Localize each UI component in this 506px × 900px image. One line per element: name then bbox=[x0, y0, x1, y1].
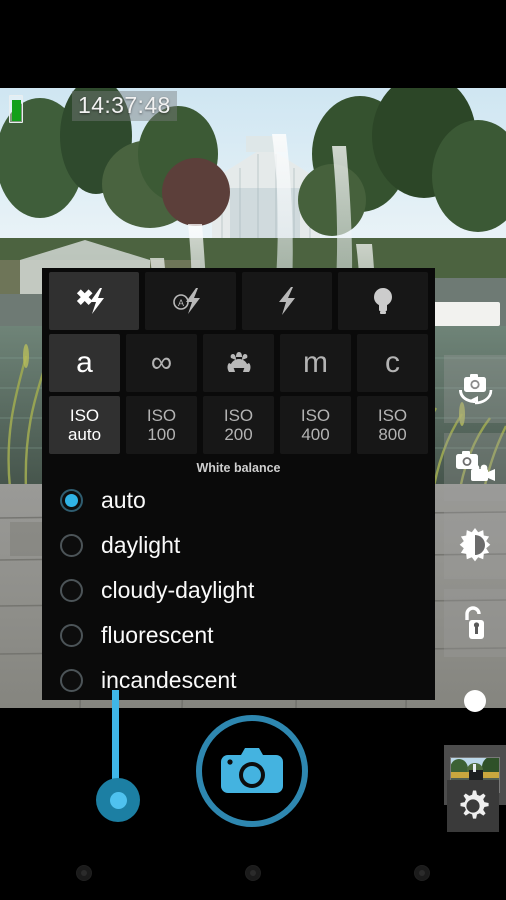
iso-label: ISO bbox=[377, 406, 408, 425]
letter-m-icon: m bbox=[303, 346, 328, 379]
white-balance-option-fluorescent[interactable]: fluorescent bbox=[48, 613, 429, 658]
iso-400-button[interactable]: ISO 400 bbox=[280, 396, 351, 454]
flash-mode-row: A bbox=[42, 272, 435, 330]
iso-auto-button[interactable]: ISO auto bbox=[49, 396, 120, 454]
unlock-icon bbox=[465, 606, 484, 639]
white-balance-option-daylight[interactable]: daylight bbox=[48, 523, 429, 568]
camera-icon bbox=[221, 748, 283, 793]
radio-button-icon bbox=[60, 534, 83, 557]
focus-continuous-button[interactable]: c bbox=[357, 334, 428, 392]
letter-c-icon: c bbox=[385, 346, 400, 379]
flash-on-button[interactable] bbox=[241, 272, 332, 330]
focus-manual-button[interactable]: m bbox=[280, 334, 351, 392]
flash-torch-button[interactable] bbox=[337, 272, 428, 330]
iso-800-button[interactable]: ISO 800 bbox=[357, 396, 428, 454]
white-balance-list: auto daylight cloudy-daylight fluorescen… bbox=[42, 478, 435, 700]
white-balance-title: White balance bbox=[196, 461, 281, 475]
shutter-button[interactable] bbox=[196, 715, 308, 827]
svg-text:A: A bbox=[178, 298, 184, 308]
white-balance-label: auto bbox=[101, 487, 146, 513]
iso-value: 100 bbox=[147, 425, 176, 444]
white-balance-label: cloudy-daylight bbox=[101, 577, 255, 603]
exposure-lock-button[interactable] bbox=[444, 589, 506, 657]
iso-label: ISO bbox=[69, 406, 100, 425]
clock-text: 14:37:48 bbox=[72, 91, 177, 121]
flash-off-icon bbox=[77, 288, 105, 314]
iso-label: ISO bbox=[223, 406, 254, 425]
focus-mode-row: a ∞ m c bbox=[42, 334, 435, 392]
switch-camera-button[interactable] bbox=[444, 355, 506, 423]
right-toolbar bbox=[444, 355, 506, 815]
settings-button[interactable] bbox=[447, 780, 499, 832]
lightbulb-icon bbox=[373, 288, 392, 314]
iso-row: ISO auto ISO 100 ISO 200 ISO 400 ISO 800 bbox=[42, 396, 435, 454]
white-balance-label: incandescent bbox=[101, 667, 237, 693]
iso-200-button[interactable]: ISO 200 bbox=[203, 396, 274, 454]
iso-value: auto bbox=[67, 425, 102, 444]
nav-back-button[interactable] bbox=[76, 864, 93, 881]
battery-icon bbox=[9, 95, 23, 123]
white-balance-option-cloudy-daylight[interactable]: cloudy-daylight bbox=[48, 568, 429, 613]
top-letterbox bbox=[0, 0, 506, 88]
white-balance-label: daylight bbox=[101, 532, 181, 558]
focus-infinity-button[interactable]: ∞ bbox=[126, 334, 197, 392]
nav-home-button[interactable] bbox=[244, 864, 261, 881]
android-navigation-bar bbox=[0, 845, 506, 900]
flash-auto-icon: A bbox=[173, 288, 201, 314]
radio-button-icon bbox=[60, 624, 83, 647]
exposure-button[interactable] bbox=[444, 511, 506, 579]
iso-value: 800 bbox=[378, 425, 407, 444]
white-balance-option-auto[interactable]: auto bbox=[48, 478, 429, 523]
face-detection-button[interactable] bbox=[444, 667, 506, 735]
brightness-sun-icon bbox=[459, 528, 491, 562]
radio-button-icon bbox=[60, 579, 83, 602]
iso-label: ISO bbox=[146, 406, 177, 425]
nav-recents-button[interactable] bbox=[413, 864, 430, 881]
infinity-icon: ∞ bbox=[150, 346, 173, 379]
flash-on-icon bbox=[278, 287, 295, 315]
status-overlay: 14:37:48 bbox=[0, 88, 506, 128]
focus-auto-button[interactable]: a bbox=[49, 334, 120, 392]
white-balance-option-incandescent[interactable]: incandescent bbox=[48, 658, 429, 700]
iso-label: ISO bbox=[300, 406, 331, 425]
slider-handle-icon[interactable] bbox=[110, 792, 127, 809]
flash-auto-button[interactable]: A bbox=[145, 272, 236, 330]
camera-settings-popup: A a ∞ m c ISO auto ISO 100 ISO 200 ISO 4… bbox=[42, 268, 435, 700]
iso-value: 200 bbox=[224, 425, 253, 444]
macro-flower-icon bbox=[227, 352, 250, 372]
radio-button-icon bbox=[60, 669, 83, 692]
iso-100-button[interactable]: ISO 100 bbox=[126, 396, 197, 454]
photo-video-toggle-button[interactable] bbox=[444, 433, 506, 501]
letter-a-icon: a bbox=[76, 346, 93, 379]
flash-off-button[interactable] bbox=[49, 272, 140, 330]
camera-rotate-icon bbox=[459, 374, 493, 405]
camera-app-screen: memory: 4.6GB Angle: 1.0° Direction: 352… bbox=[0, 0, 506, 900]
iso-value: 400 bbox=[301, 425, 330, 444]
white-balance-label: fluorescent bbox=[101, 622, 214, 648]
circle-dot-icon bbox=[464, 690, 486, 712]
radio-button-icon bbox=[60, 489, 83, 512]
gear-icon bbox=[460, 790, 489, 819]
camera-video-icon bbox=[456, 451, 495, 481]
focus-macro-button[interactable] bbox=[203, 334, 274, 392]
